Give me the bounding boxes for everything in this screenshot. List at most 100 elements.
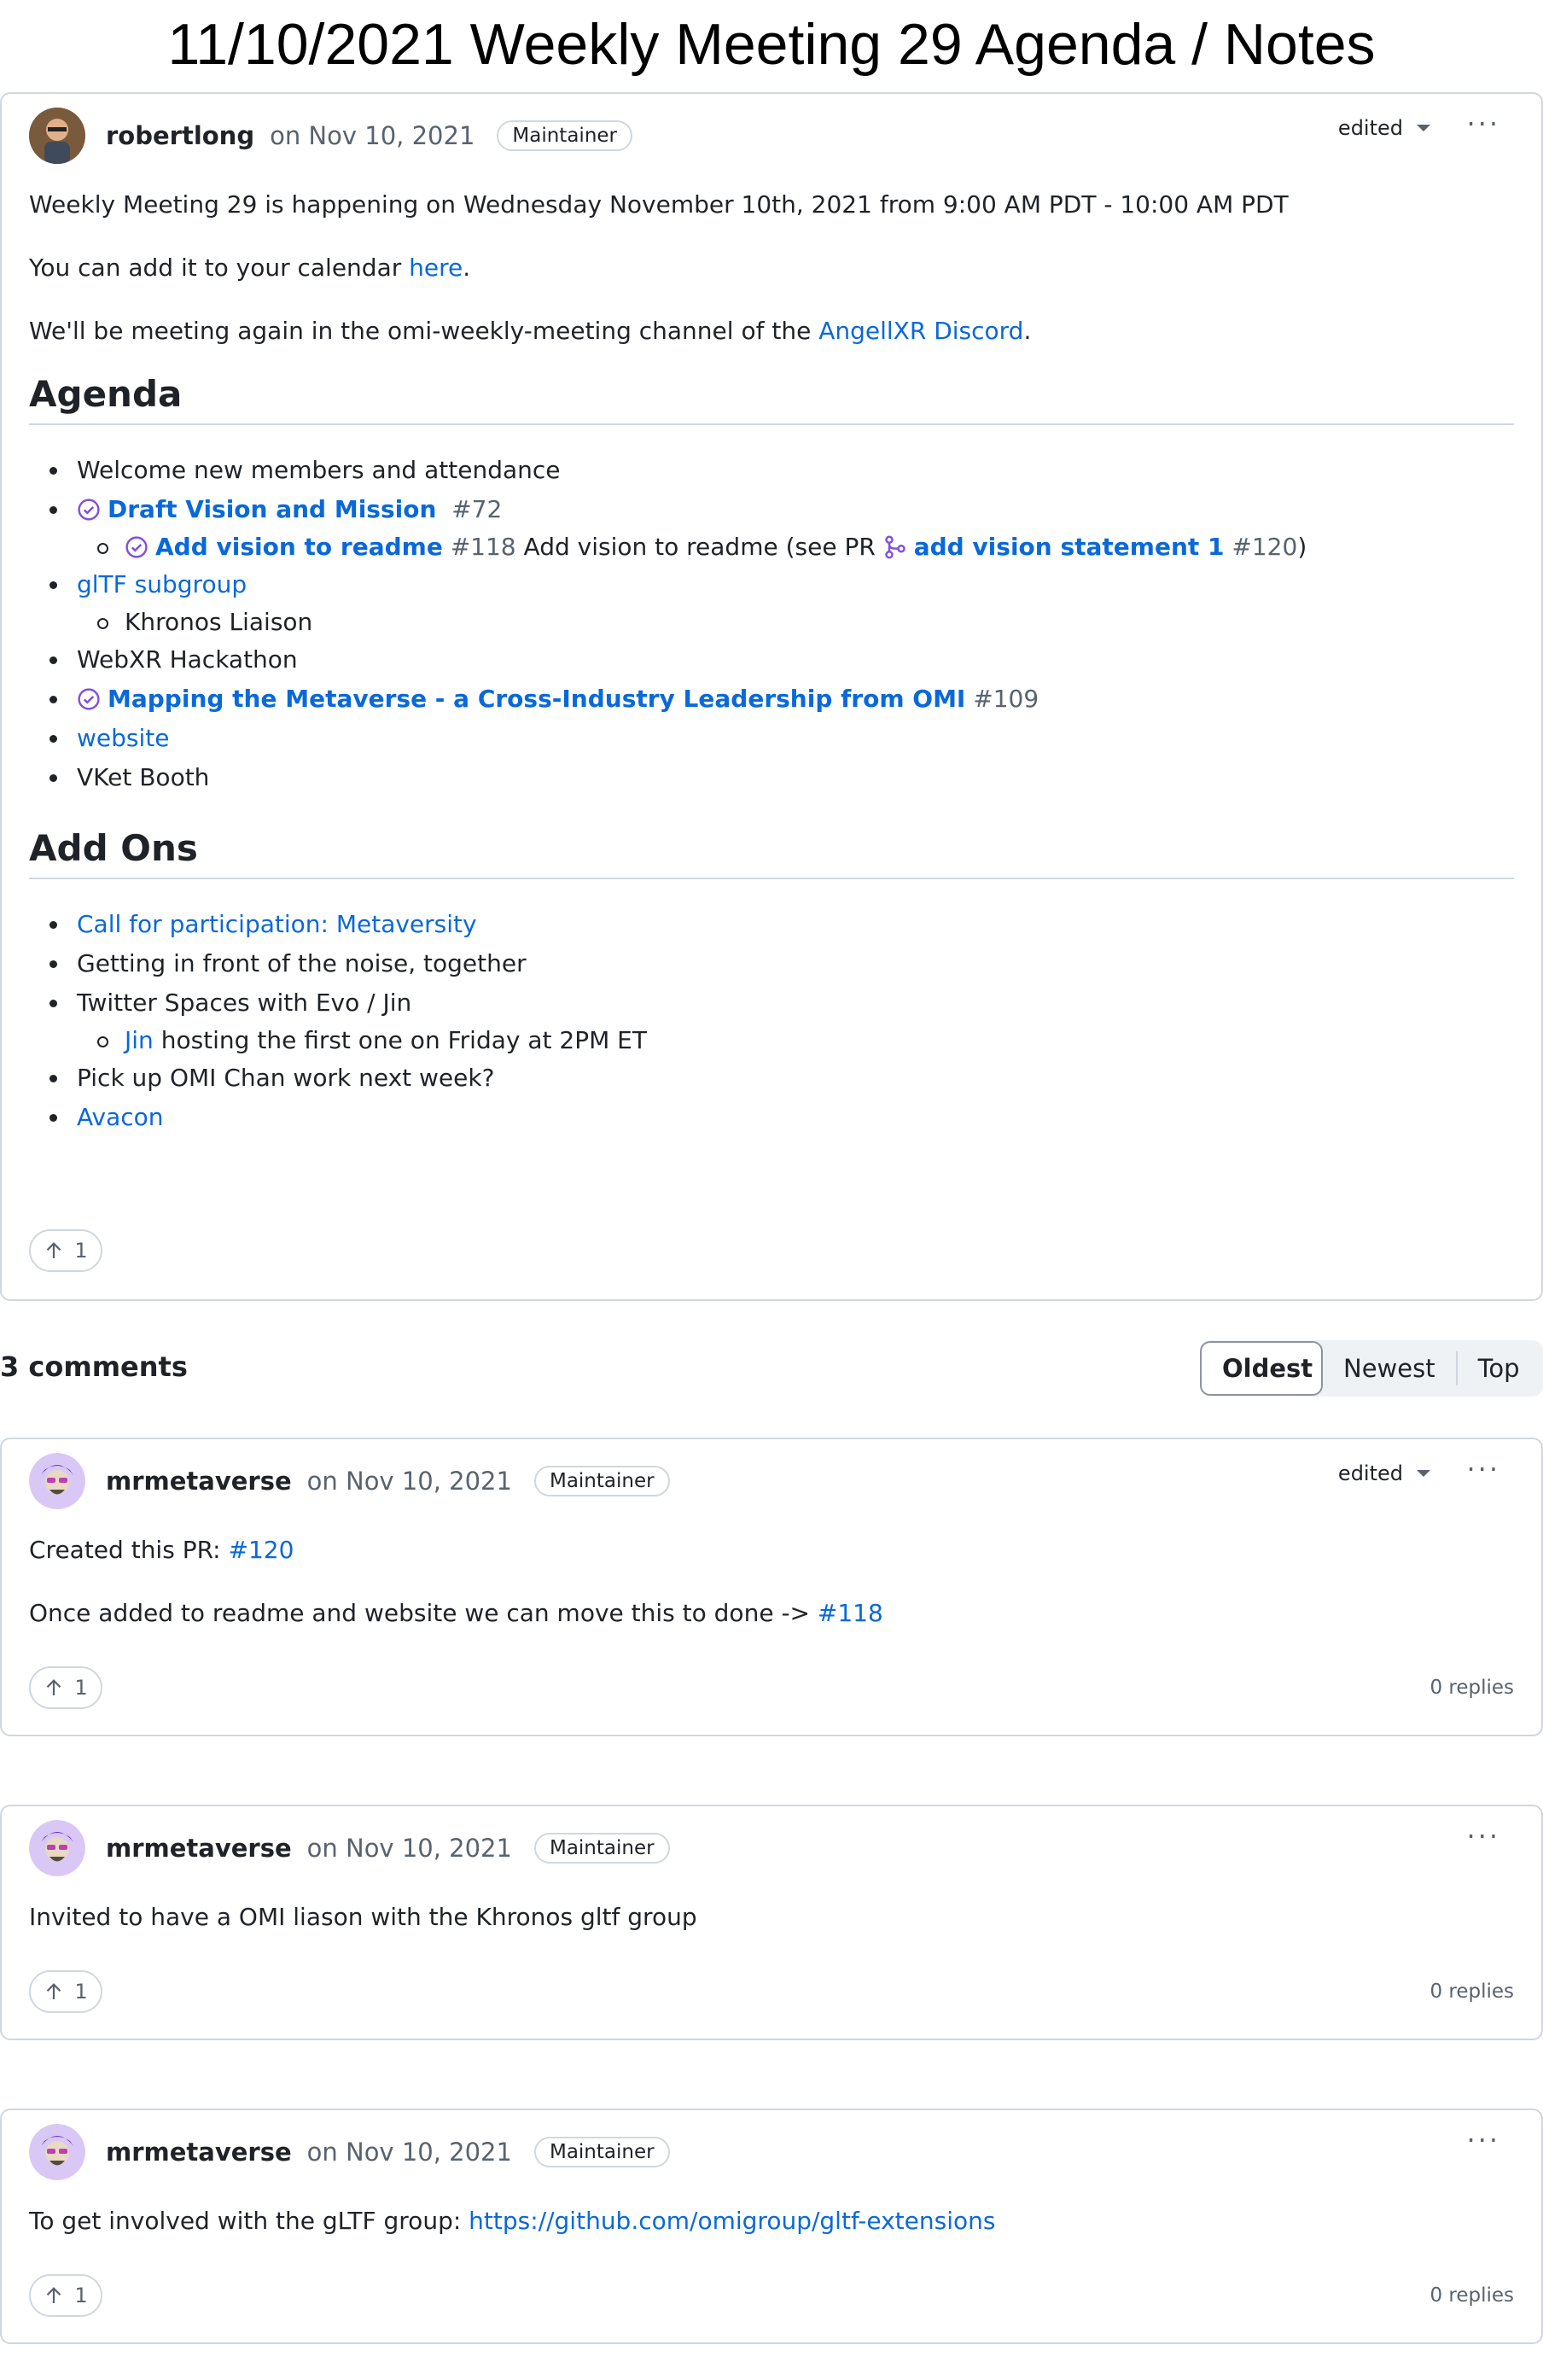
issue-closed-icon: [78, 499, 100, 521]
issue-link-mapping-metaverse[interactable]: Mapping the Metaverse - a Cross-Industry…: [108, 685, 965, 713]
kebab-horizontal-icon[interactable]: ···: [1466, 1455, 1500, 1483]
kebab-horizontal-icon[interactable]: ···: [1466, 110, 1500, 137]
comment-body: To get involved with the gLTF group: htt…: [29, 2204, 1514, 2267]
comment-text: To get involved with the gLTF group:: [29, 2207, 469, 2235]
agenda-item-text: VKet Booth: [77, 763, 210, 791]
list-item: Avacon: [49, 1098, 1514, 1137]
upvote-button[interactable]: 1: [29, 1970, 102, 2013]
issue-number: #72: [451, 495, 503, 523]
kebab-horizontal-icon[interactable]: ···: [1466, 1823, 1500, 1850]
discussion-post: robertlong on Nov 10, 2021 Maintainer ed…: [0, 92, 1543, 1301]
list-item: Welcome new members and attendance: [49, 451, 1514, 490]
upvote-button[interactable]: 1: [29, 2274, 102, 2317]
caret-down-icon: [1417, 1470, 1430, 1477]
avatar[interactable]: [29, 1453, 85, 1509]
comment-body: Created this PR: #120 Once added to read…: [29, 1533, 1514, 1660]
avatar-robertlong-icon: [29, 108, 85, 164]
addon-item-text: Twitter Spaces with Evo / Jin: [77, 989, 412, 1017]
post-calendar-line: You can add it to your calendar here.: [29, 251, 1514, 285]
arrow-up-icon: [47, 1679, 61, 1695]
issue-118-link[interactable]: #118: [818, 1599, 883, 1627]
edited-dropdown[interactable]: edited: [1338, 1461, 1430, 1485]
avacon-link[interactable]: Avacon: [77, 1103, 164, 1131]
addon-item-text: Pick up OMI Chan work next week?: [77, 1064, 495, 1092]
list-item: Add vision to readme #118 Add vision to …: [97, 529, 1514, 565]
avatar[interactable]: [29, 2124, 85, 2180]
pr-link-add-vision-statement[interactable]: add vision statement 1: [914, 533, 1225, 561]
upvote-button[interactable]: 1: [29, 1229, 102, 1272]
issue-link-add-vision[interactable]: Add vision to readme: [155, 533, 443, 561]
agenda-item-text: Welcome new members and attendance: [77, 456, 561, 484]
post-author[interactable]: robertlong: [106, 121, 254, 150]
agenda-sub-text: Add vision to readme (see PR: [515, 533, 883, 561]
avatar[interactable]: [29, 1820, 85, 1876]
avatar-mrmetaverse-icon: [29, 1453, 85, 1509]
comment-text: Once added to readme and website we can …: [29, 1599, 818, 1627]
replies-count[interactable]: 0 replies: [1429, 1980, 1514, 2003]
metaversity-link[interactable]: Call for participation: Metaversity: [77, 910, 477, 938]
comment-date[interactable]: on Nov 10, 2021: [307, 1467, 512, 1496]
website-link[interactable]: website: [77, 724, 169, 752]
comment-header: mrmetaverse on Nov 10, 2021 Maintainer: [29, 2124, 670, 2180]
meeting-suffix: .: [1023, 317, 1032, 345]
list-item: Twitter Spaces with Evo / Jin Jin hostin…: [49, 983, 1514, 1059]
sort-top-button[interactable]: Top: [1458, 1340, 1540, 1397]
pr-120-link[interactable]: #120: [229, 1536, 294, 1564]
list-item: Pick up OMI Chan work next week?: [49, 1059, 1514, 1098]
discord-link[interactable]: AngellXR Discord: [818, 317, 1023, 345]
post-header: robertlong on Nov 10, 2021 Maintainer: [29, 108, 632, 164]
comment-line: To get involved with the gLTF group: htt…: [29, 2204, 1514, 2238]
replies-count[interactable]: 0 replies: [1429, 2284, 1514, 2307]
comment-author[interactable]: mrmetaverse: [106, 1467, 292, 1496]
agenda-heading: Agenda: [29, 376, 1514, 425]
sort-newest-button[interactable]: Newest: [1323, 1340, 1456, 1397]
sort-oldest-button[interactable]: Oldest: [1200, 1341, 1323, 1396]
comment-line: Invited to have a OMI liason with the Kh…: [29, 1903, 697, 1931]
issue-number: #118: [450, 533, 516, 561]
kebab-horizontal-icon[interactable]: ···: [1466, 2126, 1500, 2154]
gltf-extensions-link[interactable]: https://github.com/omigroup/gltf-extensi…: [469, 2207, 995, 2235]
jin-link[interactable]: Jin: [125, 1026, 154, 1054]
avatar-mrmetaverse-icon: [29, 2124, 85, 2180]
meeting-prefix: We'll be meeting again in the omi-weekly…: [29, 317, 819, 345]
upvote-count: 1: [74, 1239, 88, 1263]
comment-header: mrmetaverse on Nov 10, 2021 Maintainer: [29, 1453, 670, 1509]
agenda-list: Welcome new members and attendance Draft…: [49, 451, 1514, 797]
sort-toggle: Oldest Newest Top: [1200, 1340, 1543, 1397]
upvote-button[interactable]: 1: [29, 1666, 102, 1709]
edited-label: edited: [1337, 1461, 1403, 1485]
list-item: Mapping the Metaverse - a Cross-Industry…: [49, 680, 1514, 719]
calendar-suffix: .: [463, 254, 471, 282]
avatar[interactable]: [29, 108, 85, 164]
pr-number: #120: [1231, 533, 1298, 561]
upvote-count: 1: [74, 2284, 88, 2307]
calendar-link[interactable]: here: [409, 254, 463, 282]
issue-closed-icon: [125, 536, 148, 558]
page-title: 11/10/2021 Weekly Meeting 29 Agenda / No…: [167, 12, 1376, 77]
comment-date[interactable]: on Nov 10, 2021: [307, 2138, 512, 2167]
list-item: VKet Booth: [49, 758, 1514, 797]
pull-request-merged-icon: [884, 535, 905, 559]
addon-sub-text: hosting the first one on Friday at 2PM E…: [153, 1026, 647, 1054]
issue-number: #109: [973, 685, 1039, 713]
list-item: Khronos Liaison: [97, 604, 1514, 640]
comment-author[interactable]: mrmetaverse: [106, 1834, 292, 1863]
addons-list: Call for participation: Metaversity Gett…: [49, 905, 1514, 1137]
list-item: Jin hosting the first one on Friday at 2…: [97, 1023, 1514, 1059]
arrow-up-icon: [47, 1242, 61, 1258]
comment-date[interactable]: on Nov 10, 2021: [307, 1834, 512, 1863]
post-date[interactable]: on Nov 10, 2021: [270, 121, 475, 150]
issue-link-draft-vision[interactable]: Draft Vision and Mission: [108, 495, 436, 523]
comment-header: mrmetaverse on Nov 10, 2021 Maintainer: [29, 1820, 670, 1876]
maintainer-badge: Maintainer: [497, 120, 632, 151]
edited-dropdown[interactable]: edited: [1338, 116, 1430, 140]
replies-count[interactable]: 0 replies: [1429, 1677, 1514, 1699]
agenda-sub-close: ): [1297, 533, 1307, 561]
comments-count: 3 comments: [0, 1350, 188, 1383]
comment-text: Created this PR:: [29, 1536, 229, 1564]
gltf-subgroup-link[interactable]: glTF subgroup: [77, 570, 247, 598]
arrow-up-icon: [47, 1983, 61, 1999]
upvote-count: 1: [74, 1980, 88, 2004]
comment-author[interactable]: mrmetaverse: [106, 2138, 292, 2167]
list-item: glTF subgroup Khronos Liaison: [49, 565, 1514, 640]
